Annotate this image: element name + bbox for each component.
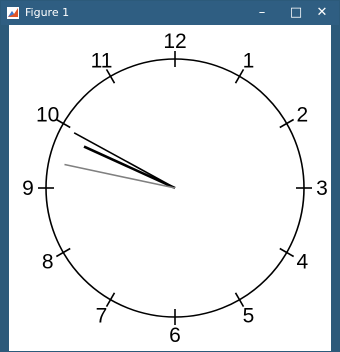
minimize-button[interactable]: – bbox=[245, 1, 279, 25]
hour-number-3: 3 bbox=[316, 177, 328, 200]
tick-8 bbox=[55, 247, 71, 258]
hour-hand bbox=[83, 145, 176, 190]
hour-number-12: 12 bbox=[163, 30, 186, 53]
tick-2 bbox=[279, 118, 295, 129]
hour-number-10: 10 bbox=[36, 104, 59, 127]
hour-number-9: 9 bbox=[22, 177, 34, 200]
window-title: Figure 1 bbox=[25, 6, 70, 19]
second-hand bbox=[64, 163, 176, 189]
title-bar[interactable]: Figure 1 – □ ✕ bbox=[1, 1, 339, 25]
clock-face: 121234567891011 bbox=[22, 30, 328, 347]
close-button[interactable]: ✕ bbox=[305, 1, 339, 25]
hour-number-1: 1 bbox=[243, 50, 255, 73]
hour-number-2: 2 bbox=[296, 104, 308, 127]
hour-number-6: 6 bbox=[169, 324, 181, 347]
hour-number-4: 4 bbox=[296, 251, 308, 274]
figure-canvas: 12 1 2 3 4 5 6 7 8 9 10 11 bbox=[9, 25, 331, 351]
matlab-figure-icon bbox=[7, 7, 19, 19]
hour-number-11: 11 bbox=[91, 50, 113, 73]
tick-7 bbox=[105, 292, 116, 308]
hour-numbers: 121234567891011 bbox=[22, 30, 328, 347]
hour-number-7: 7 bbox=[96, 304, 108, 327]
hour-number-5: 5 bbox=[243, 304, 255, 327]
minute-hand bbox=[73, 132, 176, 189]
figure-window: Figure 1 – □ ✕ 12 1 2 3 4 5 6 7 8 9 10 11 bbox=[0, 0, 340, 352]
hour-number-8: 8 bbox=[42, 251, 54, 274]
tick-4 bbox=[279, 247, 295, 258]
